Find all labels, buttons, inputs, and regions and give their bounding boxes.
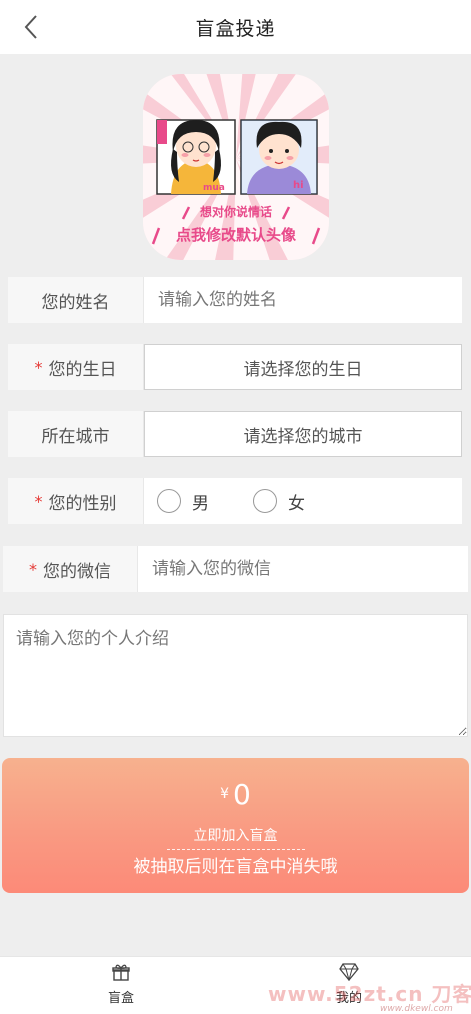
svg-text:想对你说情话: 想对你说情话 xyxy=(199,204,272,219)
gender-option-female[interactable]: 女 xyxy=(253,489,305,514)
gender-label-wrap: * 您的性别 xyxy=(8,478,144,524)
price: ¥0 xyxy=(2,778,469,811)
gender-option-male[interactable]: 男 xyxy=(157,489,209,514)
city-picker[interactable]: 请选择您的城市 xyxy=(144,411,462,457)
birthday-label: 您的生日 xyxy=(48,359,117,380)
svg-text:hi: hi xyxy=(293,180,304,191)
gender-row: * 您的性别 男 女 xyxy=(8,478,462,524)
required-mark: * xyxy=(34,357,43,377)
join-label: 立即加入盲盒 xyxy=(166,825,305,850)
header: 盲盒投递 xyxy=(0,0,471,54)
city-label: 所在城市 xyxy=(8,411,144,457)
svg-text:mua: mua xyxy=(203,183,225,193)
name-input[interactable] xyxy=(144,277,462,323)
radio-circle-icon xyxy=(253,489,277,513)
required-mark: * xyxy=(34,491,43,511)
wechat-input[interactable] xyxy=(138,546,468,592)
currency-symbol: ¥ xyxy=(220,786,230,802)
radio-circle-icon xyxy=(157,489,181,513)
gender-label: 您的性别 xyxy=(48,493,117,514)
city-row: 所在城市 请选择您的城市 xyxy=(8,411,462,457)
gift-icon xyxy=(112,964,130,981)
name-row: 您的姓名 xyxy=(8,277,462,323)
birthday-picker[interactable]: 请选择您的生日 xyxy=(144,344,462,390)
tab-blindbox[interactable]: 盲盒 xyxy=(61,963,181,1009)
watermark: www.52zt.cn 刀客源码网 xyxy=(268,982,471,1006)
svg-text:点我修改默认头像: 点我修改默认头像 xyxy=(176,226,297,244)
watermark-sub: www.dkewl.com xyxy=(380,1004,453,1014)
price-value: 0 xyxy=(233,778,251,811)
gender-option-label: 男 xyxy=(192,493,209,514)
chevron-left-icon xyxy=(24,15,37,39)
avatar-image: mua hi 想对你说情话 点我修改默认头像 xyxy=(143,74,329,260)
gender-option-label: 女 xyxy=(288,493,305,514)
wechat-label: 您的微信 xyxy=(43,561,111,582)
wechat-row: * 您的微信 xyxy=(3,546,468,592)
wechat-label-wrap: * 您的微信 xyxy=(3,546,138,592)
tab-label: 盲盒 xyxy=(107,991,134,1006)
intro-textarea[interactable] xyxy=(3,614,468,737)
avatar-upload[interactable]: mua hi 想对你说情话 点我修改默认头像 xyxy=(143,74,329,260)
gender-radio-group: 男 女 xyxy=(144,478,349,524)
birthday-label-wrap: * 您的生日 xyxy=(8,344,144,390)
back-button[interactable] xyxy=(14,11,48,43)
disappear-hint: 被抽取后则在盲盒中消失哦 xyxy=(133,857,338,877)
required-mark: * xyxy=(29,559,37,579)
birthday-row: * 您的生日 请选择您的生日 xyxy=(8,344,462,390)
page-title: 盲盒投递 xyxy=(195,17,276,40)
join-blindbox-button[interactable]: ¥0 立即加入盲盒 被抽取后则在盲盒中消失哦 xyxy=(2,758,469,893)
name-label: 您的姓名 xyxy=(8,277,144,323)
